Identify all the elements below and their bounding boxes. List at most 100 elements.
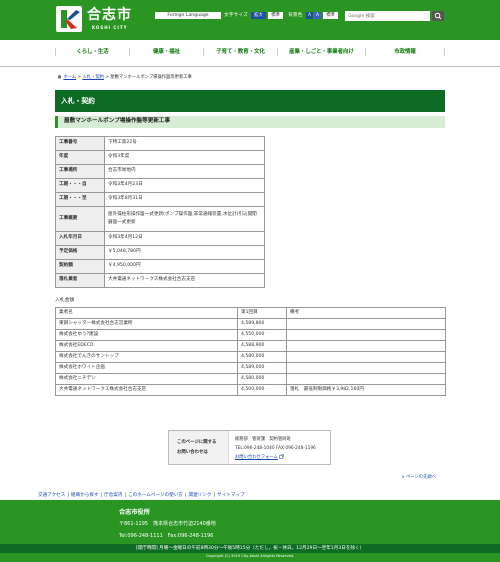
page-title: 入札・契約: [55, 90, 445, 112]
table-row: 落札業者 大共電通ネットワークス株式会社合志支店: [55, 273, 265, 288]
detail-value: 屋外操柱形操作盤一式更新(ポンプ操作盤,非常通報装置,水位計)引込開閉器盤一式更…: [104, 206, 265, 232]
table-row: 大共電通ネットワークス株式会社合志支店 4,500,000 落札 最低制限価格￥3,…: [55, 384, 446, 396]
table-row: 年度 令和3年度: [55, 150, 265, 165]
font-size-label: 文字サイズ: [224, 13, 248, 18]
bg-standard-button[interactable]: 標準: [323, 12, 338, 19]
gnav-item-living[interactable]: くらし・生活: [55, 48, 129, 56]
table-row: 工期・・・自 令和3年4月23日: [55, 178, 265, 193]
detail-value: 令和3年8月31日: [104, 192, 265, 207]
detail-label: 契約額: [55, 259, 105, 274]
table-row: 工事場所 合志市栄地内: [55, 164, 265, 179]
gnav-item-health-welfare[interactable]: 健康・福祉: [129, 48, 203, 56]
bid-amount: 4,580,000: [237, 373, 287, 385]
site-logo-text[interactable]: 合志市: [87, 6, 132, 25]
footer-address: 〒861-1195 熊本県合志市竹迫2140番地: [119, 521, 216, 527]
search-icon: [434, 12, 442, 20]
footer-link-sitemap[interactable]: サイトマップ: [217, 493, 245, 498]
detail-label: 予定価格: [55, 245, 105, 260]
footer-phone: Tel:096-248-1111 Fax:096-248-1196: [119, 533, 214, 539]
breadcrumb-parent-link[interactable]: 入札・契約: [83, 75, 104, 80]
table-row: 株式会社EDECO 4,588,900: [55, 340, 446, 352]
table-row: 入札年月日 令和3年4月12日: [55, 231, 265, 246]
gnav-item-industry-business[interactable]: 産業・しごと・事業者向け: [277, 48, 365, 56]
table-row: 東鋼シャッター株式会社合志営業所 4,589,800: [55, 318, 446, 330]
bidder-name: 株式会社ニチデン: [55, 373, 238, 385]
table-row: 株式会社ゆう?建設 4,550,000: [55, 329, 446, 341]
section-title: 屋敷マンホールポンプ場操作盤等更新工事: [55, 116, 445, 128]
site-header: 合志市 KOSHI CITY Foreign Language 文字サイズ 拡大…: [0, 0, 500, 40]
detail-label: 工事番号: [55, 136, 105, 151]
bid-remarks: [286, 329, 446, 341]
detail-value: ￥5,048,780円: [104, 245, 265, 260]
column-header-company: 業者名: [55, 307, 238, 319]
detail-value: 下特工第22号: [104, 136, 265, 151]
footer-copyright: Copyright (C) 2019 City-Koshi Allrights …: [205, 554, 295, 558]
contact-title-line: このページに関する: [177, 440, 217, 445]
external-window-icon: [279, 454, 284, 459]
table-header-row: 業者名 第1回目 備考: [55, 307, 446, 319]
footer-links: 交通アクセス | 組織から探す | 庁舎案内 | このホームページの使い方 | 関連リンク | サイ…: [38, 493, 245, 499]
breadcrumb-home-link[interactable]: ホーム: [63, 75, 76, 80]
bid-remarks: [286, 340, 446, 352]
bidder-name: 株式会社でんきのサントップ: [55, 351, 238, 363]
bid-amount: 4,550,000: [237, 329, 287, 341]
bidder-name: 大共電通ネットワークス株式会社合志支店: [55, 384, 238, 396]
site-logo-subtitle: KOSHI CITY: [92, 25, 128, 30]
footer-office-hours: [開庁時間] 月曜～金曜日の午前8時30分～午後5時15分（ただし，祝・休日，1…: [0, 544, 500, 553]
site-search-input[interactable]: [345, 11, 430, 21]
table-row: 株式会社でんきのサントップ 4,580,000: [55, 351, 446, 363]
contact-box: このページに関する お問い合わせは 総務部 管財課 契約管財班 TEL:096-…: [168, 430, 331, 465]
table-row: 株式会社ニチデン 4,580,000: [55, 373, 446, 385]
bid-remarks: 落札 最低制限価格￥3,982,160円: [286, 384, 446, 396]
detail-value: 令和3年4月12日: [104, 231, 265, 246]
detail-label: 工事場所: [55, 164, 105, 179]
bidder-name: 株式会社ホワイト企画: [55, 362, 238, 374]
contact-title: このページに関する お問い合わせは: [169, 431, 229, 464]
footer-link-building-guide[interactable]: 庁舎案内: [104, 493, 122, 498]
table-row: 工期・・・至 令和3年8月31日: [55, 192, 265, 207]
detail-label: 入札年月日: [55, 231, 105, 246]
site-footer: 合志市役所 〒861-1195 熊本県合志市竹迫2140番地 Tel:096-2…: [0, 500, 500, 562]
detail-value: 合志市栄地内: [104, 164, 265, 179]
contact-details: 総務部 管財課 契約管財班 TEL:096-248-1040 FAX:096-2…: [235, 435, 316, 462]
bid-amount: 4,580,000: [237, 351, 287, 363]
bid-amount: 4,500,000: [237, 384, 287, 396]
font-large-button[interactable]: 拡大: [251, 12, 266, 19]
gnav-item-city-info[interactable]: 市政情報: [365, 48, 445, 56]
detail-label: 工事概要: [55, 206, 105, 232]
foreign-language-select[interactable]: Foreign Language: [155, 12, 221, 19]
detail-label: 年度: [55, 150, 105, 165]
bid-remarks: [286, 318, 446, 330]
font-standard-button[interactable]: 標準: [268, 12, 283, 19]
global-navigation: くらし・生活 健康・福祉 子育て・教育・文化 産業・しごと・事業者向け 市政情報: [0, 40, 500, 67]
footer-link-organization[interactable]: 組織から探す: [71, 493, 99, 498]
column-header-round1: 第1回目: [237, 307, 287, 319]
bid-amount: 4,589,800: [237, 318, 287, 330]
detail-value: ￥4,950,000円: [104, 259, 265, 274]
search-button[interactable]: [432, 11, 444, 21]
footer-link-related-links[interactable]: 関連リンク: [188, 493, 211, 498]
gnav-item-childcare-education[interactable]: 子育て・教育・文化: [203, 48, 277, 56]
breadcrumb: ホーム > 入札・契約 > 屋敷マンホールポンプ場操作盤等更新工事: [57, 74, 192, 81]
contact-department: 総務部 管財課 契約管財班: [235, 437, 291, 442]
footer-link-how-to-use[interactable]: このホームページの使い方: [128, 493, 183, 498]
bg-color-label: 背景色: [288, 13, 303, 18]
home-icon: [57, 74, 62, 79]
detail-label: 落札業者: [55, 273, 105, 288]
city-logo[interactable]: [56, 6, 82, 32]
table-row: 株式会社ホワイト企画 4,589,000: [55, 362, 446, 374]
footer-link-access[interactable]: 交通アクセス: [38, 493, 65, 498]
bidder-name: 東鋼シャッター株式会社合志営業所: [55, 318, 238, 330]
detail-label: 工期・・・至: [55, 192, 105, 207]
bg-blue-button[interactable]: A: [306, 12, 313, 19]
page-top-link[interactable]: ∧ ページの先頭へ: [401, 475, 436, 481]
city-emblem-icon: [61, 10, 80, 29]
detail-value: 令和3年4月23日: [104, 178, 265, 193]
breadcrumb-current: 屋敷マンホールポンプ場操作盤等更新工事: [110, 75, 192, 80]
bid-amount: 4,588,900: [237, 340, 287, 352]
contact-form-link[interactable]: お問い合わせフォーム: [235, 455, 278, 460]
bidder-name: 株式会社EDECO: [55, 340, 238, 352]
bg-dark-button[interactable]: A: [314, 12, 321, 19]
breadcrumb-separator: >: [105, 75, 109, 80]
contact-title-line: お問い合わせは: [177, 449, 208, 455]
